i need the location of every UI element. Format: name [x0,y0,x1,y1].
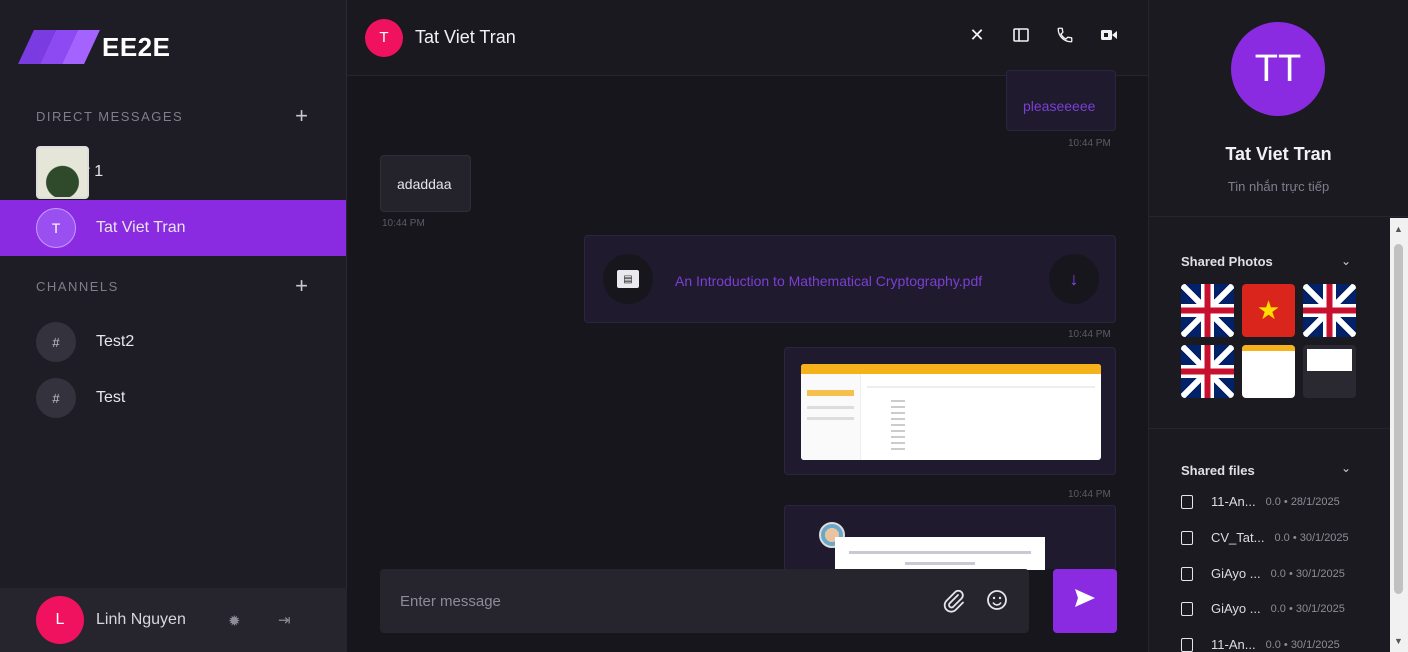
file-name: GiAyo ... [1211,601,1261,616]
video-call-icon[interactable] [1098,24,1120,46]
shared-file-item[interactable]: CV_Tat... 0.0 • 30/1/2025 [1181,530,1349,545]
add-dm-button[interactable]: + [295,105,308,127]
chat-panel: T Tat Viet Tran ✕ pleaseeeee 10:44 PM ad… [347,0,1148,652]
divider [1149,216,1408,217]
brand: EE2E [0,0,346,94]
file-meta: 0.0 • 30/1/2025 [1274,531,1349,544]
sidebar-item-test[interactable]: # Test [0,370,346,426]
sidebar-item-user1[interactable]: User 1 [0,144,346,200]
message-text: adaddaa [397,176,452,192]
message-file-attachment[interactable]: ▤ An Introduction to Mathematical Crypto… [584,235,1116,323]
scrollbar[interactable]: ▲ ▼ [1390,218,1408,652]
file-meta: 0.0 • 30/1/2025 [1265,638,1340,651]
profile-name: Tat Viet Tran [1225,144,1332,164]
message-time: 10:44 PM [1068,138,1111,149]
shared-file-item[interactable]: 11-An... 0.0 • 28/1/2025 [1181,494,1340,509]
shared-photo[interactable]: ★ [1242,284,1295,337]
message-time: 10:44 PM [1068,489,1111,500]
file-meta: 0.0 • 28/1/2025 [1265,495,1340,508]
message-image[interactable] [784,505,1116,570]
current-user-name: Linh Nguyen [96,611,186,628]
shared-photo[interactable] [1303,284,1356,337]
file-name: CV_Tat... [1211,530,1265,545]
chat-header: T Tat Viet Tran ✕ [347,0,1148,76]
profile-avatar: TT [1231,22,1325,116]
message-image[interactable] [784,347,1116,475]
file-name: 11-An... [1211,494,1256,509]
chat-title: Tat Viet Tran [415,27,516,47]
logout-icon[interactable]: ⇥ [278,611,291,629]
scrollbar-thumb[interactable] [1394,244,1403,594]
brand-name: EE2E [102,31,171,62]
dm-section-title: DIRECT MESSAGES [36,108,184,124]
attachment-icon[interactable] [942,589,966,618]
message-time: 10:44 PM [1068,329,1111,340]
download-icon[interactable]: ↓ [1049,254,1099,304]
chevron-down-icon[interactable]: ⌄ [1341,461,1351,475]
profile-subtitle: Tin nhắn trực tiếp [1227,179,1330,194]
divider [1149,428,1408,429]
file-icon [1181,494,1193,509]
avatar [36,145,89,199]
chat-header-actions: ✕ [966,24,1120,46]
file-icon [1181,566,1193,581]
chevron-down-icon[interactable]: ⌄ [1341,254,1351,268]
send-button[interactable] [1053,569,1117,633]
sidebar-item-label: Test2 [96,333,135,350]
file-name: GiAyo ... [1211,566,1261,581]
sidebar-item-tat-viet-tran[interactable]: T Tat Viet Tran [0,200,346,256]
sidebar-item-label: Test [96,389,126,406]
add-channel-button[interactable]: + [295,275,308,297]
shared-photo[interactable] [1242,345,1295,398]
folder-icon: ▤ [603,254,653,304]
sidebar: EE2E DIRECT MESSAGES + User 1 T Tat Viet… [0,0,347,652]
file-icon [1181,601,1193,616]
emoji-icon[interactable] [986,589,1008,616]
message-input[interactable] [400,592,920,610]
panel-toggle-icon[interactable] [1010,24,1032,46]
shared-photos-header[interactable]: Shared Photos [1181,254,1273,269]
settings-icon[interactable]: ✹ [228,612,241,630]
shared-file-item[interactable]: 11-An... 0.0 • 30/1/2025 [1181,637,1340,652]
message-bubble-outgoing: pleaseeeee [1006,70,1116,131]
file-name: 11-An... [1211,637,1256,652]
channels-section-header: CHANNELS + [0,264,346,308]
shared-photo[interactable] [1181,284,1234,337]
message-bubble-incoming: adaddaa [380,155,471,212]
shared-files-header[interactable]: Shared files [1181,463,1255,478]
logo-icon [18,30,100,64]
channel-icon: # [36,322,76,362]
file-name[interactable]: An Introduction to Mathematical Cryptogr… [675,273,982,289]
avatar: T [365,18,403,57]
app-window: EE2E DIRECT MESSAGES + User 1 T Tat Viet… [0,0,1408,652]
file-meta: 0.0 • 30/1/2025 [1270,567,1345,580]
avatar: T [36,208,76,248]
profile-panel: TT Tat Viet Tran Tin nhắn trực tiếp Shar… [1148,0,1408,652]
close-icon[interactable]: ✕ [966,24,988,46]
message-text: pleaseeeee [1023,98,1096,114]
avatar: L [36,596,84,644]
sidebar-item-test2[interactable]: # Test2 [0,314,346,370]
channel-icon: # [36,378,76,418]
image-preview [801,364,1101,460]
send-icon [1073,587,1097,616]
shared-file-item[interactable]: GiAyo ... 0.0 • 30/1/2025 [1181,566,1345,581]
channels-section-title: CHANNELS [36,278,119,294]
scroll-up-icon[interactable]: ▲ [1394,224,1403,234]
image-preview [835,537,1045,570]
file-icon [1181,637,1193,652]
message-time: 10:44 PM [382,218,425,229]
current-user-bar: L Linh Nguyen ✹ ⇥ [0,588,347,652]
sidebar-item-label: Tat Viet Tran [96,219,186,236]
scroll-down-icon[interactable]: ▼ [1394,636,1403,646]
message-composer [380,569,1029,633]
file-icon [1181,530,1193,545]
dm-section-header: DIRECT MESSAGES + [0,94,346,138]
file-meta: 0.0 • 30/1/2025 [1270,602,1345,615]
phone-icon[interactable] [1054,24,1076,46]
shared-file-item[interactable]: GiAyo ... 0.0 • 30/1/2025 [1181,601,1345,616]
shared-photo[interactable] [1303,345,1356,398]
shared-photo[interactable] [1181,345,1234,398]
